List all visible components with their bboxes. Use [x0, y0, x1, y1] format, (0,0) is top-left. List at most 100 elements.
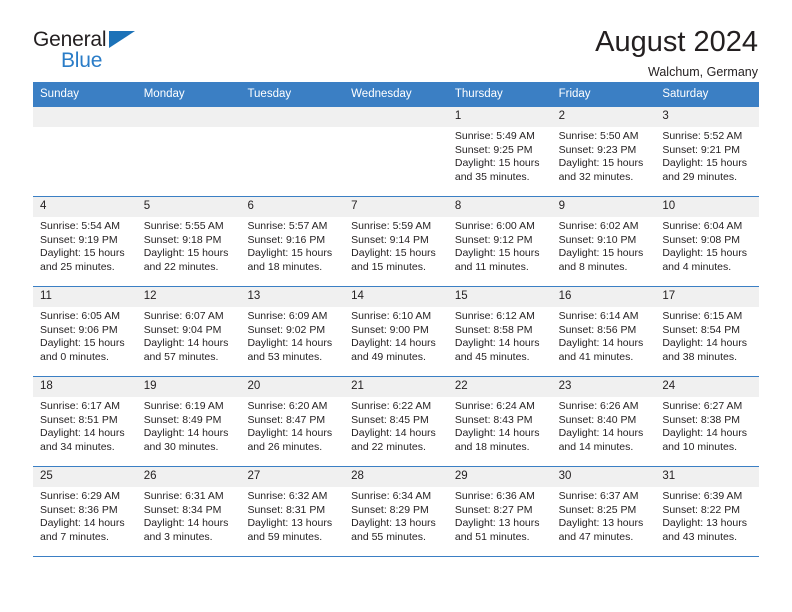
sunset-time: Sunset: 8:56 PM — [558, 323, 637, 336]
sunrise-time: Sunrise: 5:52 AM — [662, 130, 743, 142]
sunrise-time: Sunrise: 5:55 AM — [143, 220, 224, 232]
triangle-flag-icon — [109, 31, 135, 48]
calendar-day-cell[interactable]: 2 Sunrise: 5:50 AM Sunset: 9:23 PM Daylight… — [551, 107, 656, 196]
sunset-time: Sunset: 9:00 PM — [351, 323, 429, 336]
calendar-day-cell[interactable]: 18 Sunrise: 6:17 AM Sunset: 8:51 PM Dayligh… — [33, 377, 137, 466]
day-sun-info: Sunrise: 6:22 AM Sunset: 8:45 PM Daylight:… — [344, 397, 448, 454]
calendar-day-cell[interactable]: 3 Sunrise: 5:52 AM Sunset: 9:21 PM Daylight… — [655, 107, 760, 196]
calendar-day-cell[interactable]: 17 Sunrise: 6:15 AM Sunset: 8:54 PM Dayligh… — [655, 287, 760, 376]
calendar-day-cell[interactable]: 22 Sunrise: 6:24 AM Sunset: 8:43 PM Dayligh… — [447, 377, 552, 466]
calendar-day-cell[interactable]: 5 Sunrise: 5:55 AM Sunset: 9:18 PM Daylight… — [136, 197, 241, 286]
daylight-duration-line1: Daylight: 14 hours — [40, 427, 125, 440]
day-sun-info: Sunrise: 6:39 AM Sunset: 8:22 PM Daylight:… — [655, 487, 759, 544]
sunrise-time: Sunrise: 6:39 AM — [662, 490, 743, 502]
sunset-time: Sunset: 9:10 PM — [558, 233, 637, 246]
calendar-day-cell[interactable]: 20 Sunrise: 6:20 AM Sunset: 8:47 PM Dayligh… — [240, 377, 345, 466]
day-sun-info: Sunrise: 6:07 AM Sunset: 9:04 PM Daylight:… — [137, 307, 241, 364]
calendar-day-cell[interactable]: 13 Sunrise: 6:09 AM Sunset: 9:02 PM Dayligh… — [240, 287, 345, 376]
location-subtitle: Walchum, Germany — [648, 65, 758, 79]
day-sun-info: Sunrise: 6:02 AM Sunset: 9:10 PM Daylight:… — [552, 217, 656, 274]
calendar-day-cell-empty — [240, 107, 345, 196]
daylight-duration-line1: Daylight: 13 hours — [247, 517, 333, 530]
day-sun-info: Sunrise: 6:10 AM Sunset: 9:00 PM Daylight:… — [344, 307, 448, 364]
sunrise-time: Sunrise: 5:49 AM — [454, 130, 535, 142]
sunrise-time: Sunrise: 6:26 AM — [558, 400, 639, 412]
sunrise-time: Sunrise: 5:57 AM — [247, 220, 328, 232]
day-number: 3 — [655, 107, 760, 127]
day-number — [344, 107, 448, 127]
daylight-duration-line2: and 8 minutes. — [558, 260, 628, 273]
calendar-day-cell[interactable]: 15 Sunrise: 6:12 AM Sunset: 8:58 PM Dayligh… — [447, 287, 552, 376]
calendar-day-cell[interactable]: 25 Sunrise: 6:29 AM Sunset: 8:36 PM Dayligh… — [33, 467, 137, 556]
calendar-day-cell[interactable]: 29 Sunrise: 6:36 AM Sunset: 8:27 PM Dayligh… — [447, 467, 552, 556]
calendar-day-cell[interactable]: 8 Sunrise: 6:00 AM Sunset: 9:12 PM Daylight… — [447, 197, 552, 286]
calendar-day-cell[interactable]: 28 Sunrise: 6:34 AM Sunset: 8:29 PM Dayligh… — [344, 467, 448, 556]
calendar-day-cell[interactable]: 1 Sunrise: 5:49 AM Sunset: 9:25 PM Daylight… — [447, 107, 552, 196]
calendar-day-cell[interactable]: 12 Sunrise: 6:07 AM Sunset: 9:04 PM Dayligh… — [136, 287, 241, 376]
day-number: 29 — [447, 467, 552, 487]
daylight-duration-line1: Daylight: 15 hours — [40, 247, 125, 260]
day-number: 19 — [136, 377, 241, 397]
brand-logo[interactable]: General Blue — [33, 26, 151, 74]
day-sun-info: Sunrise: 5:52 AM Sunset: 9:21 PM Daylight:… — [655, 127, 759, 184]
calendar-day-cell[interactable]: 23 Sunrise: 6:26 AM Sunset: 8:40 PM Dayligh… — [551, 377, 656, 466]
day-number: 15 — [447, 287, 552, 307]
day-number — [33, 107, 137, 127]
day-number: 13 — [240, 287, 345, 307]
sunrise-time: Sunrise: 6:17 AM — [40, 400, 120, 412]
daylight-duration-line2: and 41 minutes. — [558, 350, 634, 363]
calendar-day-cell[interactable]: 9 Sunrise: 6:02 AM Sunset: 9:10 PM Daylight… — [551, 197, 656, 286]
daylight-duration-line1: Daylight: 14 hours — [454, 427, 540, 440]
daylight-duration-line2: and 7 minutes. — [40, 530, 109, 543]
calendar-day-cell[interactable]: 26 Sunrise: 6:31 AM Sunset: 8:34 PM Dayligh… — [136, 467, 241, 556]
day-number: 11 — [33, 287, 137, 307]
calendar-grid: Sunday Monday Tuesday Wednesday Thursday… — [33, 82, 760, 557]
sunrise-time: Sunrise: 6:24 AM — [454, 400, 535, 412]
calendar-day-cell[interactable]: 6 Sunrise: 5:57 AM Sunset: 9:16 PM Daylight… — [240, 197, 345, 286]
brand-name-blue: Blue — [61, 49, 103, 72]
sunset-time: Sunset: 9:25 PM — [454, 143, 533, 156]
day-sun-info: Sunrise: 5:54 AM Sunset: 9:19 PM Daylight:… — [33, 217, 137, 274]
sunset-time: Sunset: 9:14 PM — [351, 233, 429, 246]
daylight-duration-line2: and 43 minutes. — [662, 530, 738, 543]
day-number: 20 — [240, 377, 345, 397]
sunrise-time: Sunrise: 5:54 AM — [40, 220, 120, 232]
calendar-day-cell[interactable]: 11 Sunrise: 6:05 AM Sunset: 9:06 PM Dayligh… — [33, 287, 137, 376]
sunrise-time: Sunrise: 6:10 AM — [351, 310, 432, 322]
weekday-header-tuesday: Tuesday — [247, 88, 292, 100]
calendar-day-cell[interactable]: 16 Sunrise: 6:14 AM Sunset: 8:56 PM Dayligh… — [551, 287, 656, 376]
sunrise-time: Sunrise: 6:27 AM — [662, 400, 743, 412]
sunrise-time: Sunrise: 6:12 AM — [454, 310, 535, 322]
day-sun-info: Sunrise: 6:37 AM Sunset: 8:25 PM Daylight:… — [552, 487, 656, 544]
sunrise-time: Sunrise: 6:37 AM — [558, 490, 639, 502]
daylight-duration-line2: and 49 minutes. — [351, 350, 426, 363]
calendar-day-cell[interactable]: 7 Sunrise: 5:59 AM Sunset: 9:14 PM Daylight… — [344, 197, 448, 286]
weekday-header-thursday: Thursday — [454, 88, 503, 100]
calendar-weeks: 1 Sunrise: 5:49 AM Sunset: 9:25 PM Daylight… — [33, 107, 760, 557]
weekday-header-row: Sunday Monday Tuesday Wednesday Thursday… — [33, 82, 759, 107]
daylight-duration-line2: and 35 minutes. — [454, 170, 530, 183]
daylight-duration-line1: Daylight: 14 hours — [247, 337, 333, 350]
day-number: 22 — [447, 377, 552, 397]
day-number — [240, 107, 345, 127]
calendar-day-cell[interactable]: 10 Sunrise: 6:04 AM Sunset: 9:08 PM Dayligh… — [655, 197, 760, 286]
calendar-day-cell[interactable]: 30 Sunrise: 6:37 AM Sunset: 8:25 PM Dayligh… — [551, 467, 656, 556]
daylight-duration-line1: Daylight: 14 hours — [351, 337, 436, 350]
calendar-day-cell[interactable]: 27 Sunrise: 6:32 AM Sunset: 8:31 PM Dayligh… — [240, 467, 345, 556]
calendar-day-cell[interactable]: 21 Sunrise: 6:22 AM Sunset: 8:45 PM Dayligh… — [344, 377, 448, 466]
day-number: 24 — [655, 377, 760, 397]
day-sun-info: Sunrise: 6:00 AM Sunset: 9:12 PM Daylight:… — [448, 217, 552, 274]
calendar-day-cell[interactable]: 31 Sunrise: 6:39 AM Sunset: 8:22 PM Dayligh… — [655, 467, 760, 556]
sunrise-time: Sunrise: 6:00 AM — [454, 220, 535, 232]
calendar-day-cell[interactable]: 4 Sunrise: 5:54 AM Sunset: 9:19 PM Daylight… — [33, 197, 137, 286]
daylight-duration-line2: and 15 minutes. — [351, 260, 426, 273]
day-sun-info: Sunrise: 6:32 AM Sunset: 8:31 PM Daylight:… — [240, 487, 344, 544]
sunset-time: Sunset: 8:34 PM — [143, 503, 222, 516]
calendar-day-cell[interactable]: 19 Sunrise: 6:19 AM Sunset: 8:49 PM Dayligh… — [136, 377, 241, 466]
sunset-time: Sunset: 9:02 PM — [247, 323, 326, 336]
sunset-time: Sunset: 9:12 PM — [454, 233, 533, 246]
daylight-duration-line1: Daylight: 13 hours — [351, 517, 436, 530]
calendar-day-cell[interactable]: 14 Sunrise: 6:10 AM Sunset: 9:00 PM Dayligh… — [344, 287, 448, 376]
daylight-duration-line1: Daylight: 15 hours — [558, 157, 644, 170]
calendar-day-cell[interactable]: 24 Sunrise: 6:27 AM Sunset: 8:38 PM Dayligh… — [655, 377, 760, 466]
